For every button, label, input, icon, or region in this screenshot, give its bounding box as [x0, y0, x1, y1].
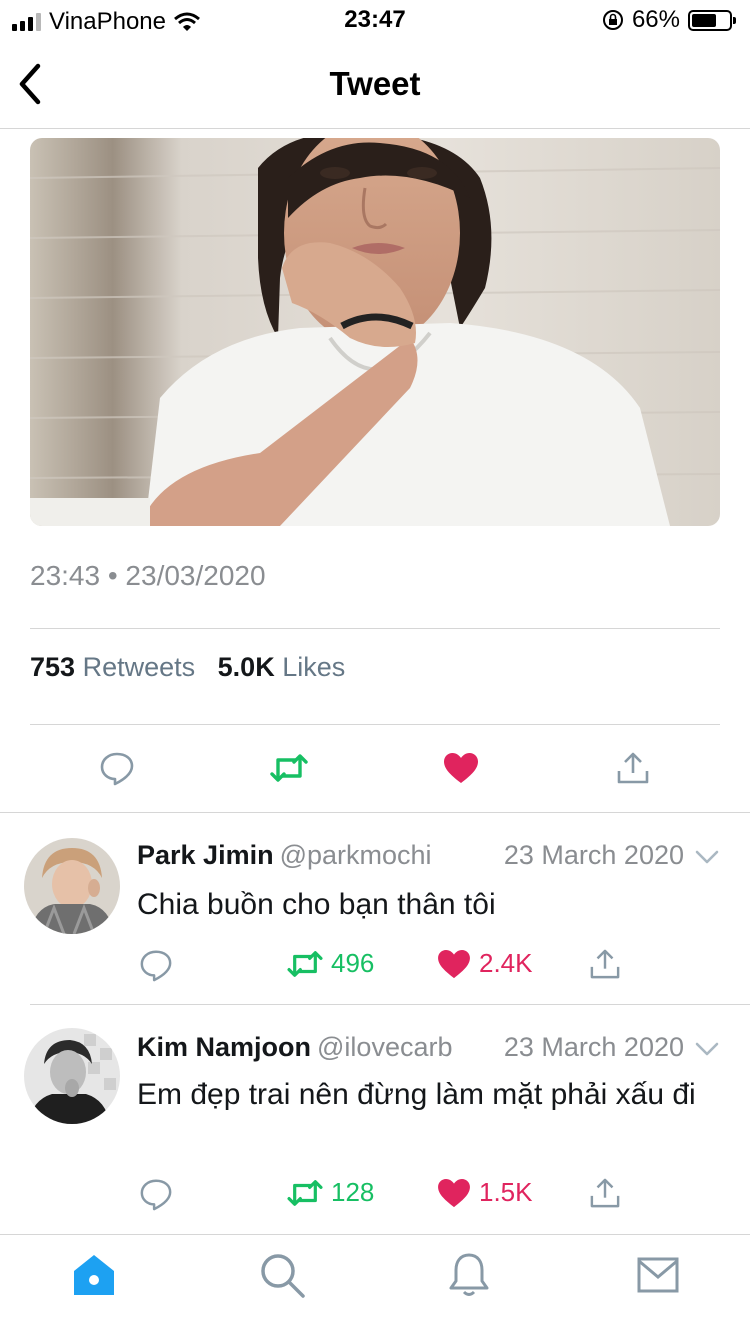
- search-icon: [261, 1254, 305, 1298]
- retweet-button[interactable]: 128: [287, 1177, 374, 1208]
- reply-icon: [140, 1179, 172, 1211]
- share-icon: [617, 752, 649, 784]
- likes-stat[interactable]: 5.0K Likes: [218, 652, 346, 682]
- battery-fill: [692, 13, 716, 27]
- reply-author-handle: @ilovecarb: [317, 1032, 453, 1062]
- chevron-down-icon: [695, 850, 719, 864]
- reply-icon: [100, 752, 134, 786]
- reply-text: Chia buồn cho bạn thân tôi: [137, 888, 496, 921]
- reply-icon: [140, 950, 172, 982]
- share-button[interactable]: [613, 748, 653, 788]
- reply-menu-button[interactable]: [694, 844, 720, 870]
- status-bar: VinaPhone 23:47 66%: [0, 0, 750, 40]
- nav-bar: Tweet: [0, 40, 750, 129]
- avatar[interactable]: [24, 838, 120, 934]
- retweet-icon: [287, 1179, 323, 1206]
- retweet-icon: [287, 950, 323, 977]
- battery-icon: [688, 9, 736, 31]
- share-button[interactable]: [590, 1177, 620, 1209]
- chevron-down-icon: [695, 1042, 719, 1056]
- retweet-label: Retweets: [82, 652, 196, 682]
- like-icon: [438, 1178, 470, 1207]
- like-count: 2.4K: [479, 948, 533, 978]
- like-count: 1.5K: [479, 1177, 533, 1207]
- reply-button[interactable]: [139, 1177, 173, 1211]
- reply-item[interactable]: Kim Namjoon @ilovecarb 23 March 2020 Em đ…: [0, 1004, 750, 1232]
- tab-bar: [0, 1234, 750, 1334]
- status-right: 66%: [602, 6, 736, 34]
- avatar[interactable]: [24, 1028, 120, 1124]
- tab-notifications[interactable]: [445, 1251, 493, 1299]
- bell-icon: [449, 1253, 489, 1296]
- reply-date: 23 March 2020: [503, 840, 684, 870]
- divider: [30, 724, 720, 725]
- tab-messages[interactable]: [634, 1251, 682, 1299]
- like-button[interactable]: 1.5K: [437, 1177, 533, 1208]
- reply-author-name[interactable]: Kim Namjoon: [137, 1032, 311, 1062]
- reply-button[interactable]: [139, 948, 173, 982]
- like-icon: [438, 949, 470, 978]
- reply-text: Em đẹp trai nên đừng làm mặt phải xấu đi: [137, 1078, 696, 1111]
- battery-percent: 66%: [631, 6, 680, 33]
- reply-header: Kim Namjoon @ilovecarb: [137, 1032, 452, 1063]
- retweet-icon: [270, 754, 308, 782]
- like-count: 5.0K: [217, 652, 275, 682]
- like-icon: [444, 753, 478, 783]
- reply-item[interactable]: Park Jimin @parkmochi 23 March 2020 Chia …: [0, 812, 750, 1004]
- avatar-image: [24, 838, 120, 934]
- tab-search[interactable]: [258, 1251, 306, 1299]
- reply-date: 23 March 2020: [503, 1032, 684, 1062]
- retweet-count: 128: [331, 1177, 375, 1207]
- retweet-count: 496: [331, 948, 375, 978]
- reply-button[interactable]: [97, 748, 137, 788]
- retweet-button[interactable]: [269, 748, 309, 788]
- tweet-photo[interactable]: [30, 138, 720, 526]
- reply-header: Park Jimin @parkmochi: [137, 840, 432, 871]
- tweet-stats: 753 Retweets 5.0K Likes: [30, 652, 345, 683]
- retweets-stat[interactable]: 753 Retweets: [30, 652, 195, 682]
- reply-author-handle: @parkmochi: [279, 840, 432, 870]
- tweet-image: [30, 138, 720, 526]
- tweet-detail-screen: VinaPhone 23:47 66% Tweet 23:43 • 23/03/…: [0, 0, 750, 1334]
- share-button[interactable]: [590, 948, 620, 980]
- avatar-image: [24, 1028, 120, 1124]
- like-button[interactable]: [441, 748, 481, 788]
- like-label: Likes: [282, 652, 346, 682]
- like-button[interactable]: 2.4K: [437, 948, 533, 979]
- tweet-timestamp: 23:43 • 23/03/2020: [30, 560, 266, 591]
- page-title: Tweet: [329, 65, 421, 102]
- share-icon: [590, 949, 620, 979]
- mail-icon: [637, 1257, 679, 1293]
- rotation-lock-icon: [602, 10, 623, 30]
- tab-home[interactable]: [70, 1251, 118, 1299]
- share-icon: [590, 1178, 620, 1208]
- home-icon: [74, 1255, 114, 1295]
- divider: [30, 628, 720, 629]
- retweet-count: 753: [30, 652, 76, 682]
- reply-menu-button[interactable]: [694, 1036, 720, 1062]
- reply-author-name[interactable]: Park Jimin: [137, 840, 274, 870]
- retweet-button[interactable]: 496: [287, 948, 374, 979]
